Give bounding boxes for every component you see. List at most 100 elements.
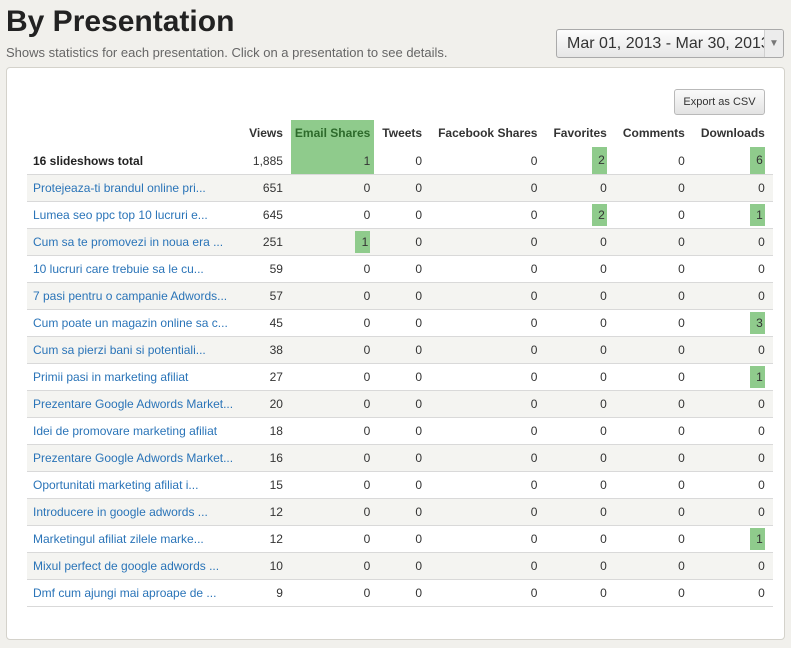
cell-facebook: 0 <box>430 471 546 499</box>
cell-tweets: 0 <box>374 525 431 553</box>
cell-downloads: 0 <box>692 471 773 499</box>
header-email-shares[interactable]: Email Shares <box>290 120 375 147</box>
presentation-link[interactable]: Idei de promovare marketing afiliat <box>33 424 217 438</box>
presentation-name-cell: Mixul perfect de google adwords ... <box>27 552 242 580</box>
presentation-link[interactable]: Cum poate un magazin online sa c... <box>33 316 228 330</box>
presentation-name-cell: Lumea seo ppc top 10 lucruri e... <box>27 201 242 229</box>
cell-favorites: 0 <box>545 552 615 580</box>
table-row[interactable]: Lumea seo ppc top 10 lucruri e... 645 0 0 0 2… <box>27 201 773 229</box>
cell-email: 0 <box>290 201 375 229</box>
header-favorites[interactable]: Favorites <box>545 120 614 147</box>
cell-comments: 0 <box>614 579 693 607</box>
cell-favorites: 0 <box>545 498 615 526</box>
highlight-value: 1 <box>749 204 765 226</box>
cell-comments: 0 <box>614 228 693 256</box>
cell-downloads: 0 <box>692 228 773 256</box>
cell-favorites: 2 <box>545 201 615 229</box>
presentation-link[interactable]: Dmf cum ajungi mai aproape de ... <box>33 586 216 600</box>
cell-downloads: 0 <box>692 282 773 310</box>
cell-downloads: 3 <box>692 309 773 337</box>
cell-downloads: 1 <box>692 363 773 391</box>
cell-facebook: 0 <box>430 336 546 364</box>
header-tweets[interactable]: Tweets <box>374 120 430 147</box>
table-row[interactable]: Prezentare Google Adwords Market... 20 0 0 0… <box>27 390 773 418</box>
table-row[interactable]: Mixul perfect de google adwords ... 10 0 0 0… <box>27 552 773 580</box>
chevron-down-icon[interactable]: ▼ <box>764 30 783 57</box>
cell-tweets: 0 <box>374 282 431 310</box>
presentation-name-cell: Primii pasi in marketing afiliat <box>27 363 242 391</box>
table-row[interactable]: Oportunitati marketing afiliat i... 15 0 0 0… <box>27 471 773 499</box>
header-comments[interactable]: Comments <box>615 120 693 147</box>
header-downloads[interactable]: Downloads <box>693 120 773 147</box>
cell-tweets: 0 <box>374 255 431 283</box>
cell-views: 10 <box>241 552 291 580</box>
cell-facebook: 0 <box>430 579 546 607</box>
cell-tweets: 0 <box>374 471 431 499</box>
presentation-name-cell: Oportunitati marketing afiliat i... <box>27 471 242 499</box>
table-row[interactable]: 10 lucruri care trebuie sa le cu... 59 0 0 0… <box>27 255 773 283</box>
presentation-link[interactable]: Cum sa te promovezi in noua era ... <box>33 235 223 249</box>
cell-comments: 0 <box>614 255 693 283</box>
presentation-link[interactable]: Prezentare Google Adwords Market... <box>33 451 233 465</box>
cell-email: 0 <box>290 579 375 607</box>
cell-favorites: 0 <box>545 444 615 472</box>
cell-comments: 0 <box>614 309 693 337</box>
export-csv-button[interactable]: Export as CSV <box>674 89 765 115</box>
presentation-link[interactable]: Prezentare Google Adwords Market... <box>33 397 233 411</box>
header-views[interactable]: Views <box>241 120 291 147</box>
highlight-value: 3 <box>749 312 765 334</box>
table-row[interactable]: Primii pasi in marketing afiliat 27 0 0 0 0 0 1 <box>27 363 773 391</box>
table-row[interactable]: Introducere in google adwords ... 12 0 0 0 0 0… <box>27 498 773 526</box>
cell-views: 59 <box>241 255 291 283</box>
table-row[interactable]: Dmf cum ajungi mai aproape de ... 9 0 0 0 0 0 0 <box>27 579 773 607</box>
table-row[interactable]: Cum sa pierzi bani si potentiali... 38 0 0 0… <box>27 336 773 364</box>
cell-facebook: 0 <box>430 525 546 553</box>
presentation-link[interactable]: Marketingul afiliat zilele marke... <box>33 532 204 546</box>
presentation-link[interactable]: Oportunitati marketing afiliat i... <box>33 478 198 492</box>
total-label: 16 slideshows total <box>27 147 242 175</box>
cell-comments: 0 <box>614 417 693 445</box>
cell-comments: 0 <box>614 147 693 175</box>
presentation-link[interactable]: Primii pasi in marketing afiliat <box>33 370 188 384</box>
cell-favorites: 0 <box>545 255 615 283</box>
presentation-link[interactable]: Cum sa pierzi bani si potentiali... <box>33 343 206 357</box>
cell-tweets: 0 <box>374 228 431 256</box>
cell-tweets: 0 <box>374 417 431 445</box>
header-name <box>27 120 241 147</box>
cell-downloads: 0 <box>692 174 773 202</box>
cell-comments: 0 <box>614 363 693 391</box>
date-range-select[interactable]: Mar 01, 2013 - Mar 30, 2013 ▼ <box>556 29 784 58</box>
cell-email: 0 <box>290 309 375 337</box>
presentation-name-cell: Cum sa pierzi bani si potentiali... <box>27 336 242 364</box>
presentation-link[interactable]: Lumea seo ppc top 10 lucruri e... <box>33 208 208 222</box>
table-row[interactable]: Prezentare Google Adwords Market... 16 0 0 0… <box>27 444 773 472</box>
presentation-link[interactable]: Introducere in google adwords ... <box>33 505 208 519</box>
cell-email: 0 <box>290 282 375 310</box>
cell-tweets: 0 <box>374 498 431 526</box>
cell-tweets: 0 <box>374 201 431 229</box>
presentation-link[interactable]: 7 pasi pentru o campanie Adwords... <box>33 289 227 303</box>
cell-favorites: 2 <box>545 147 615 175</box>
highlight-value: 1 <box>749 366 765 388</box>
cell-email: 0 <box>290 552 375 580</box>
cell-downloads: 0 <box>692 417 773 445</box>
cell-comments: 0 <box>614 552 693 580</box>
table-row[interactable]: Protejeaza-ti brandul online pri... 651 0 0… <box>27 174 773 202</box>
presentation-link[interactable]: Protejeaza-ti brandul online pri... <box>33 181 206 195</box>
presentation-name-cell: Prezentare Google Adwords Market... <box>27 390 242 418</box>
cell-views: 16 <box>241 444 291 472</box>
cell-downloads: 0 <box>692 444 773 472</box>
cell-views: 645 <box>241 201 291 229</box>
table-row[interactable]: Cum sa te promovezi in noua era ... 251 1 0… <box>27 228 773 256</box>
table-row[interactable]: 7 pasi pentru o campanie Adwords... 57 0 0 0… <box>27 282 773 310</box>
presentation-link[interactable]: 10 lucruri care trebuie sa le cu... <box>33 262 204 276</box>
header-facebook-shares[interactable]: Facebook Shares <box>430 120 545 147</box>
table-row[interactable]: Marketingul afiliat zilele marke... 12 0 0 0… <box>27 525 773 553</box>
table-row[interactable]: Idei de promovare marketing afiliat 18 0 0 0… <box>27 417 773 445</box>
cell-downloads: 0 <box>692 579 773 607</box>
cell-favorites: 0 <box>545 390 615 418</box>
cell-email: 0 <box>290 174 375 202</box>
cell-email: 0 <box>290 255 375 283</box>
table-row[interactable]: Cum poate un magazin online sa c... 45 0 0 0… <box>27 309 773 337</box>
presentation-link[interactable]: Mixul perfect de google adwords ... <box>33 559 219 573</box>
